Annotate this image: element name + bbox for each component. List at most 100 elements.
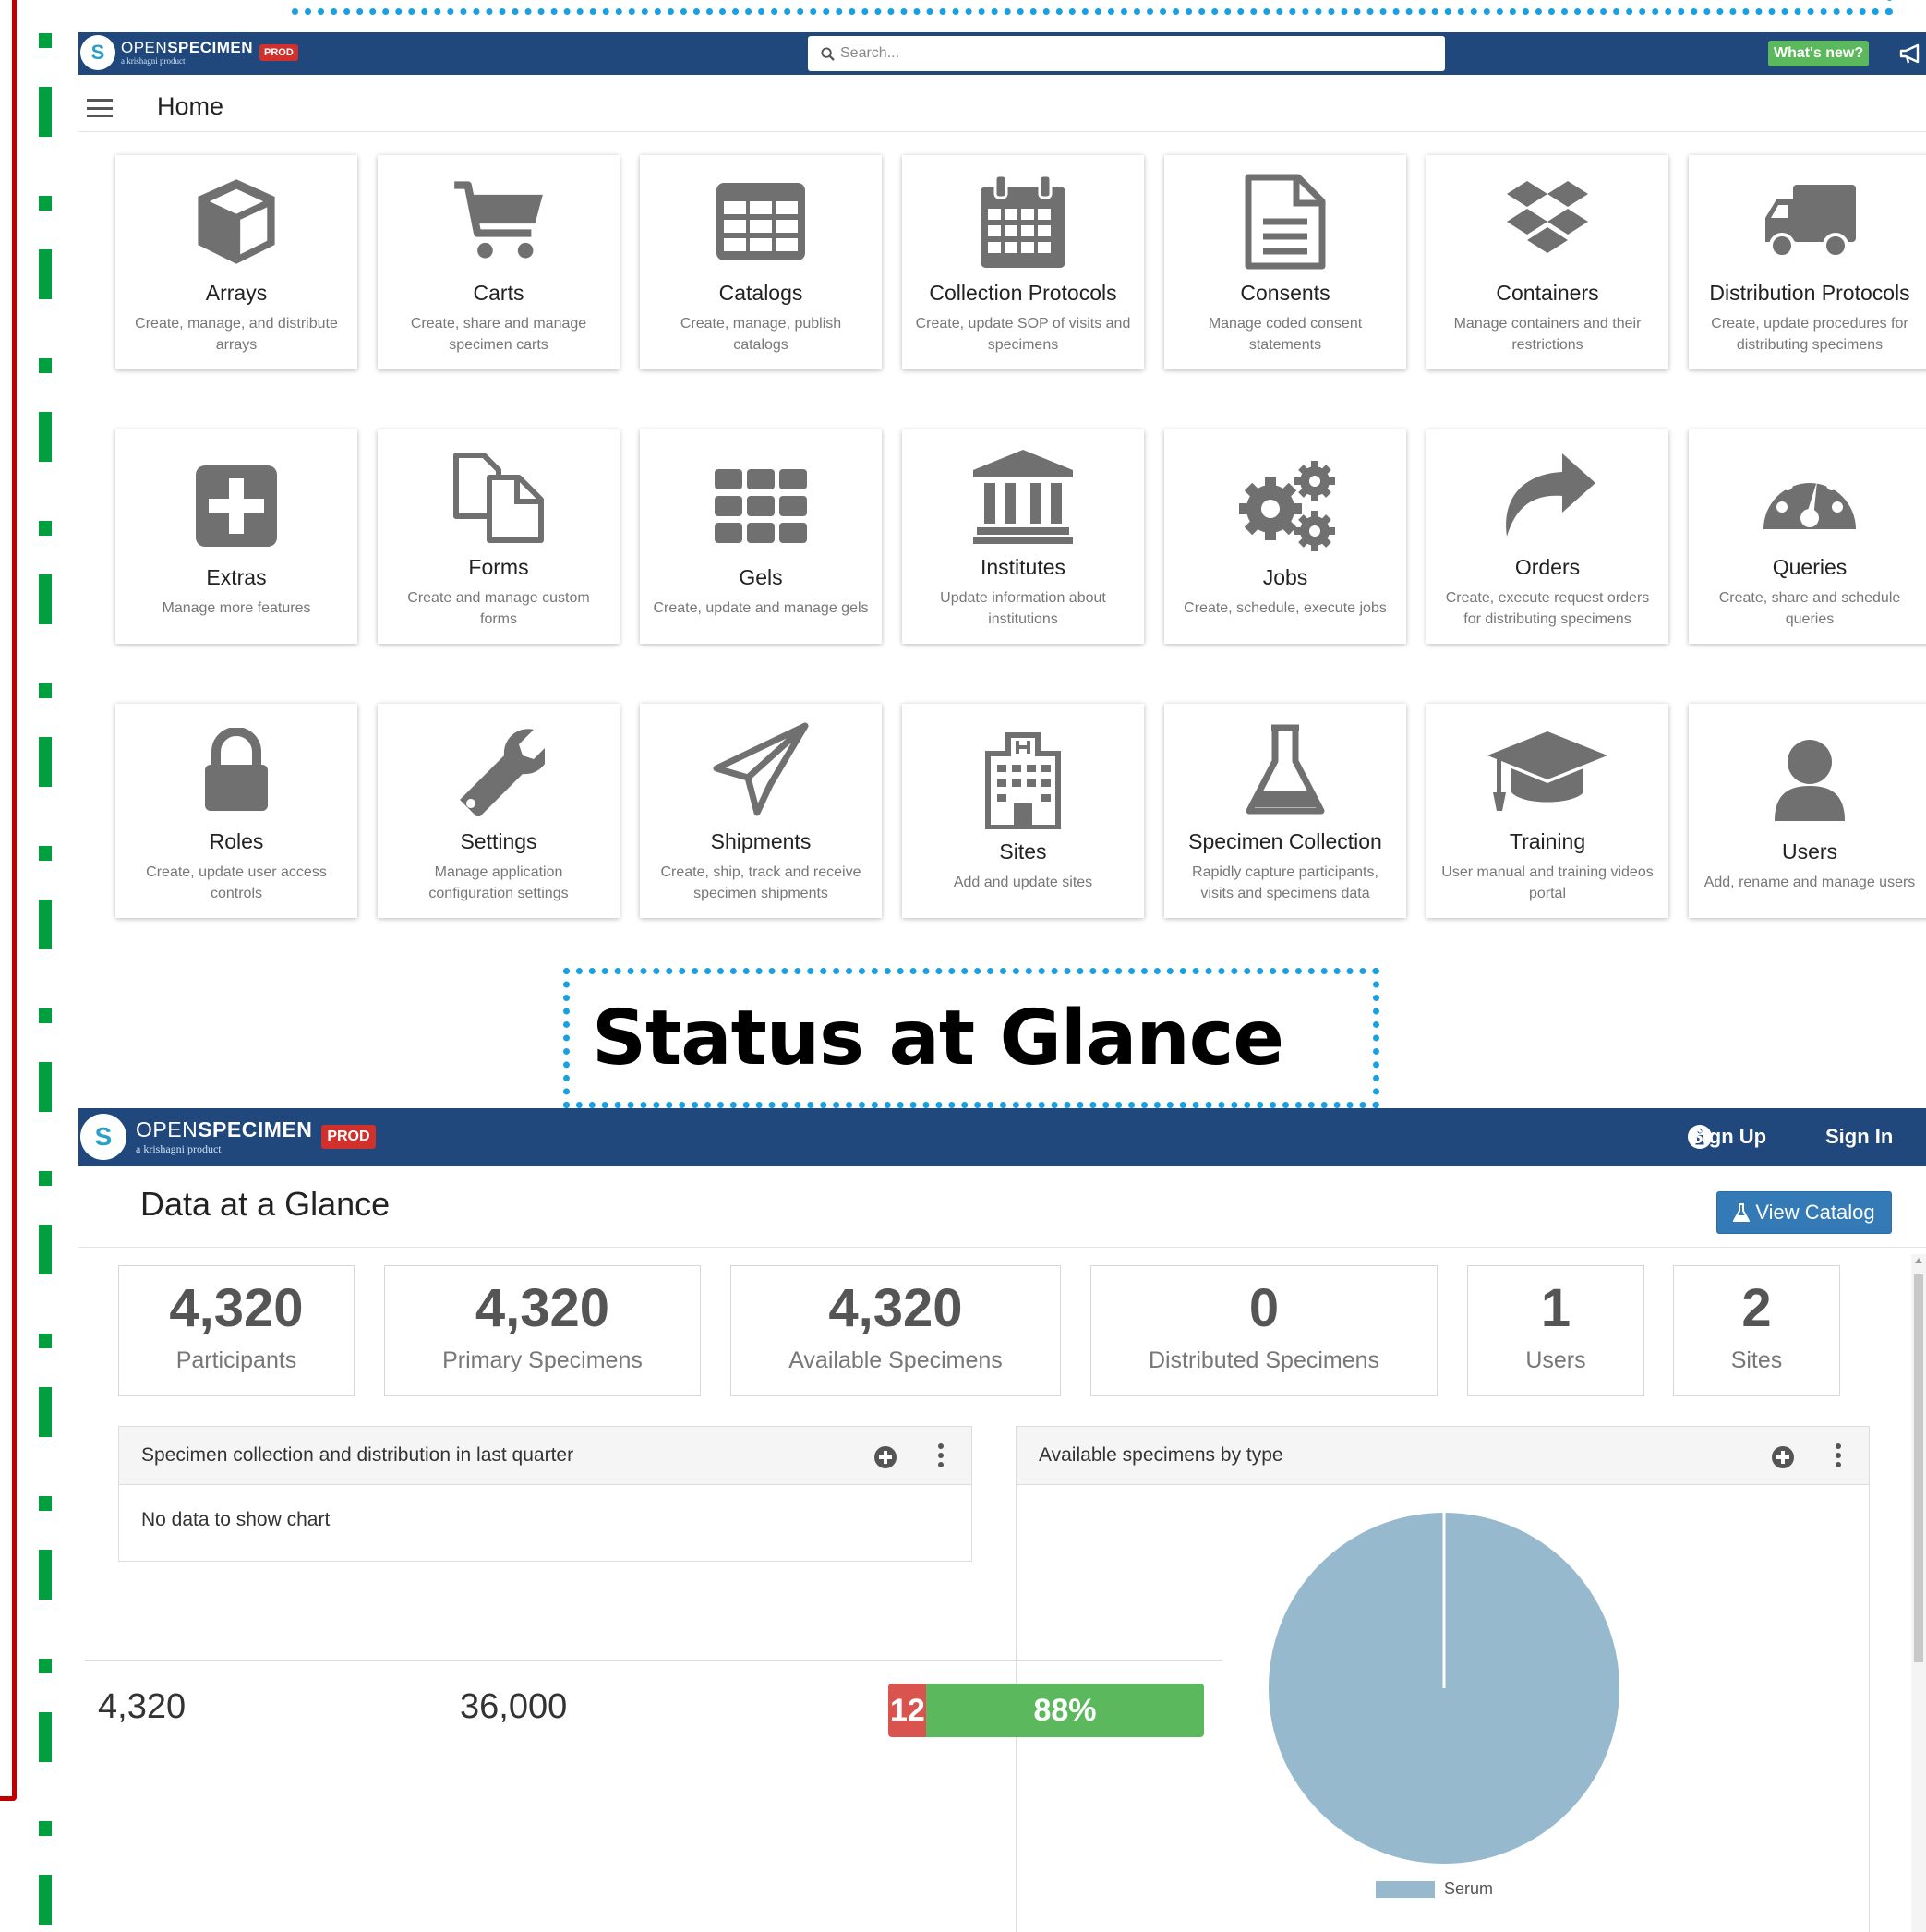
- dropbox-icon: [1499, 170, 1595, 273]
- page-title: Home: [157, 92, 224, 120]
- prod-badge: PROD: [321, 1125, 376, 1149]
- stat-users[interactable]: 1 Users: [1467, 1265, 1644, 1396]
- tile-description: Create, update procedures for distributi…: [1711, 315, 1908, 353]
- scroll-up-arrow-icon[interactable]: [1915, 1258, 1922, 1263]
- scrollbar-thumb[interactable]: [1914, 1274, 1923, 1662]
- tile-description: Create, update and manage gels: [653, 600, 869, 616]
- whats-new-button[interactable]: What's new?: [1768, 41, 1870, 66]
- tile-consents[interactable]: Consents Manage coded consent statements: [1164, 155, 1406, 369]
- chart-legend: Serum: [1376, 1879, 1493, 1899]
- stat-distributed-specimens[interactable]: 0 Distributed Specimens: [1090, 1265, 1438, 1396]
- flask-icon: [1244, 718, 1327, 822]
- tile-catalogs[interactable]: Catalogs Create, manage, publish catalog…: [640, 155, 882, 369]
- tile-description: Manage coded consent statements: [1208, 315, 1363, 353]
- view-catalog-button[interactable]: View Catalog: [1716, 1191, 1892, 1234]
- tile-collection-protocols[interactable]: Collection Protocols Create, update SOP …: [902, 155, 1144, 369]
- hamburger-menu-icon[interactable]: [87, 96, 113, 120]
- tile-description: Add and update sites: [953, 875, 1093, 890]
- tile-description: Create, update SOP of visits and specime…: [915, 315, 1131, 353]
- divider: [78, 1247, 1926, 1248]
- scrollbar[interactable]: [1911, 1254, 1926, 1932]
- tile-title: Forms: [468, 554, 529, 579]
- panel-body: No data to show chart: [141, 1509, 331, 1530]
- sign-in-link[interactable]: Sign In: [1825, 1125, 1893, 1149]
- sign-up-link[interactable]: Sign Up: [1690, 1125, 1766, 1149]
- more-vertical-icon[interactable]: [938, 1443, 944, 1467]
- openspecimen-logo[interactable]: S OPENSPECIMEN a krishagni product PROD: [80, 1114, 376, 1160]
- document-icon: [1243, 170, 1328, 273]
- brand-specimen: SPECIMEN: [198, 1117, 313, 1141]
- tile-description: Update information about institutions: [940, 589, 1106, 627]
- add-circle-icon[interactable]: [873, 1445, 897, 1469]
- tile-arrays[interactable]: Arrays Create, manage, and distribute ar…: [115, 155, 357, 369]
- institution-icon: [971, 444, 1075, 548]
- lock-icon: [201, 718, 271, 822]
- cube-icon: [188, 170, 284, 273]
- table-icon: [715, 170, 807, 273]
- panel-title: Available specimens by type: [1039, 1444, 1283, 1466]
- add-circle-icon[interactable]: [1771, 1445, 1795, 1469]
- tile-settings[interactable]: Settings Manage application configuratio…: [378, 704, 620, 918]
- tile-description: Create, schedule, execute jobs: [1184, 600, 1387, 616]
- brand-open: OPEN: [136, 1117, 199, 1141]
- red-frame-decoration: [0, 0, 17, 1801]
- tile-description: Manage containers and their restrictions: [1453, 315, 1642, 353]
- openspecimen-logo[interactable]: S OPENSPECIMEN a krishagni product PROD: [80, 35, 298, 70]
- tile-title: Catalogs: [718, 280, 803, 305]
- tile-orders[interactable]: Orders Create, execute request orders fo…: [1426, 429, 1668, 644]
- graduation-cap-icon: [1486, 718, 1609, 822]
- stat-value: 2: [1741, 1278, 1772, 1338]
- brand-subtitle: a krishagni product: [136, 1142, 222, 1155]
- megaphone-icon[interactable]: [1899, 42, 1925, 65]
- tile-title: Collection Protocols: [929, 280, 1117, 305]
- files-icon: [451, 444, 547, 548]
- progress-bar: 12 88%: [888, 1684, 1204, 1737]
- stat-available-specimens[interactable]: 4,320 Available Specimens: [730, 1265, 1061, 1396]
- tile-distribution-protocols[interactable]: Distribution Protocols Create, update pr…: [1689, 155, 1926, 369]
- tile-extras[interactable]: Extras Manage more features: [115, 429, 357, 644]
- tile-description: Create, ship, track and receive specimen…: [660, 863, 861, 901]
- tile-specimen-collection[interactable]: Specimen Collection Rapidly capture part…: [1164, 704, 1406, 918]
- panel-header: Specimen collection and distribution in …: [119, 1427, 971, 1485]
- stat-value: 4,320: [475, 1278, 610, 1338]
- tile-containers[interactable]: Containers Manage containers and their r…: [1426, 155, 1668, 369]
- tile-shipments[interactable]: Shipments Create, ship, track and receiv…: [640, 704, 882, 918]
- tile-roles[interactable]: Roles Create, update user access control…: [115, 704, 357, 918]
- tile-title: Sites: [999, 839, 1047, 863]
- stat-value: 4,320: [169, 1278, 304, 1338]
- stat-participants[interactable]: 4,320 Participants: [118, 1265, 355, 1396]
- tile-gels[interactable]: Gels Create, update and manage gels: [640, 429, 882, 644]
- tile-institutes[interactable]: Institutes Update information about inst…: [902, 429, 1144, 644]
- tile-users[interactable]: Users Add, rename and manage users: [1689, 704, 1926, 918]
- tile-jobs[interactable]: Jobs Create, schedule, execute jobs: [1164, 429, 1406, 644]
- tile-title: Specimen Collection: [1188, 828, 1382, 853]
- progress-remaining: 12: [888, 1684, 927, 1737]
- more-vertical-icon[interactable]: [1836, 1443, 1841, 1467]
- panel-title: Specimen collection and distribution in …: [141, 1444, 574, 1466]
- view-catalog-label: View Catalog: [1755, 1201, 1875, 1224]
- tile-queries[interactable]: Queries Create, share and schedule queri…: [1689, 429, 1926, 644]
- divider: [85, 1660, 1222, 1661]
- plus-square-icon: [194, 454, 279, 558]
- tile-description: Create and manage custom forms: [407, 589, 590, 627]
- tile-description: Create, manage, publish catalogs: [680, 315, 842, 353]
- search-input[interactable]: Search...: [808, 36, 1445, 71]
- tile-description: Manage more features: [162, 600, 311, 616]
- tile-title: Settings: [460, 828, 537, 853]
- tile-sites[interactable]: Sites Add and update sites: [902, 704, 1144, 918]
- tile-description: Add, rename and manage users: [1703, 875, 1916, 890]
- tile-title: Orders: [1514, 554, 1581, 579]
- tile-title: Consents: [1240, 280, 1330, 305]
- progress-filled: 88%: [926, 1684, 1204, 1737]
- tile-description: Create, share and schedule queries: [1718, 589, 1901, 627]
- tile-title: Jobs: [1262, 565, 1308, 589]
- flask-icon: [1733, 1203, 1751, 1222]
- tile-carts[interactable]: Carts Create, share and manage specimen …: [378, 155, 620, 369]
- tile-forms[interactable]: Forms Create and manage custom forms: [378, 429, 620, 644]
- brand-subtitle: a krishagni product: [121, 56, 186, 66]
- logo-icon: S: [80, 35, 115, 70]
- stat-sites[interactable]: 2 Sites: [1673, 1265, 1840, 1396]
- tile-description: Create, manage, and distribute arrays: [135, 315, 338, 353]
- stat-primary-specimens[interactable]: 4,320 Primary Specimens: [384, 1265, 701, 1396]
- tile-training[interactable]: Training User manual and training videos…: [1426, 704, 1668, 918]
